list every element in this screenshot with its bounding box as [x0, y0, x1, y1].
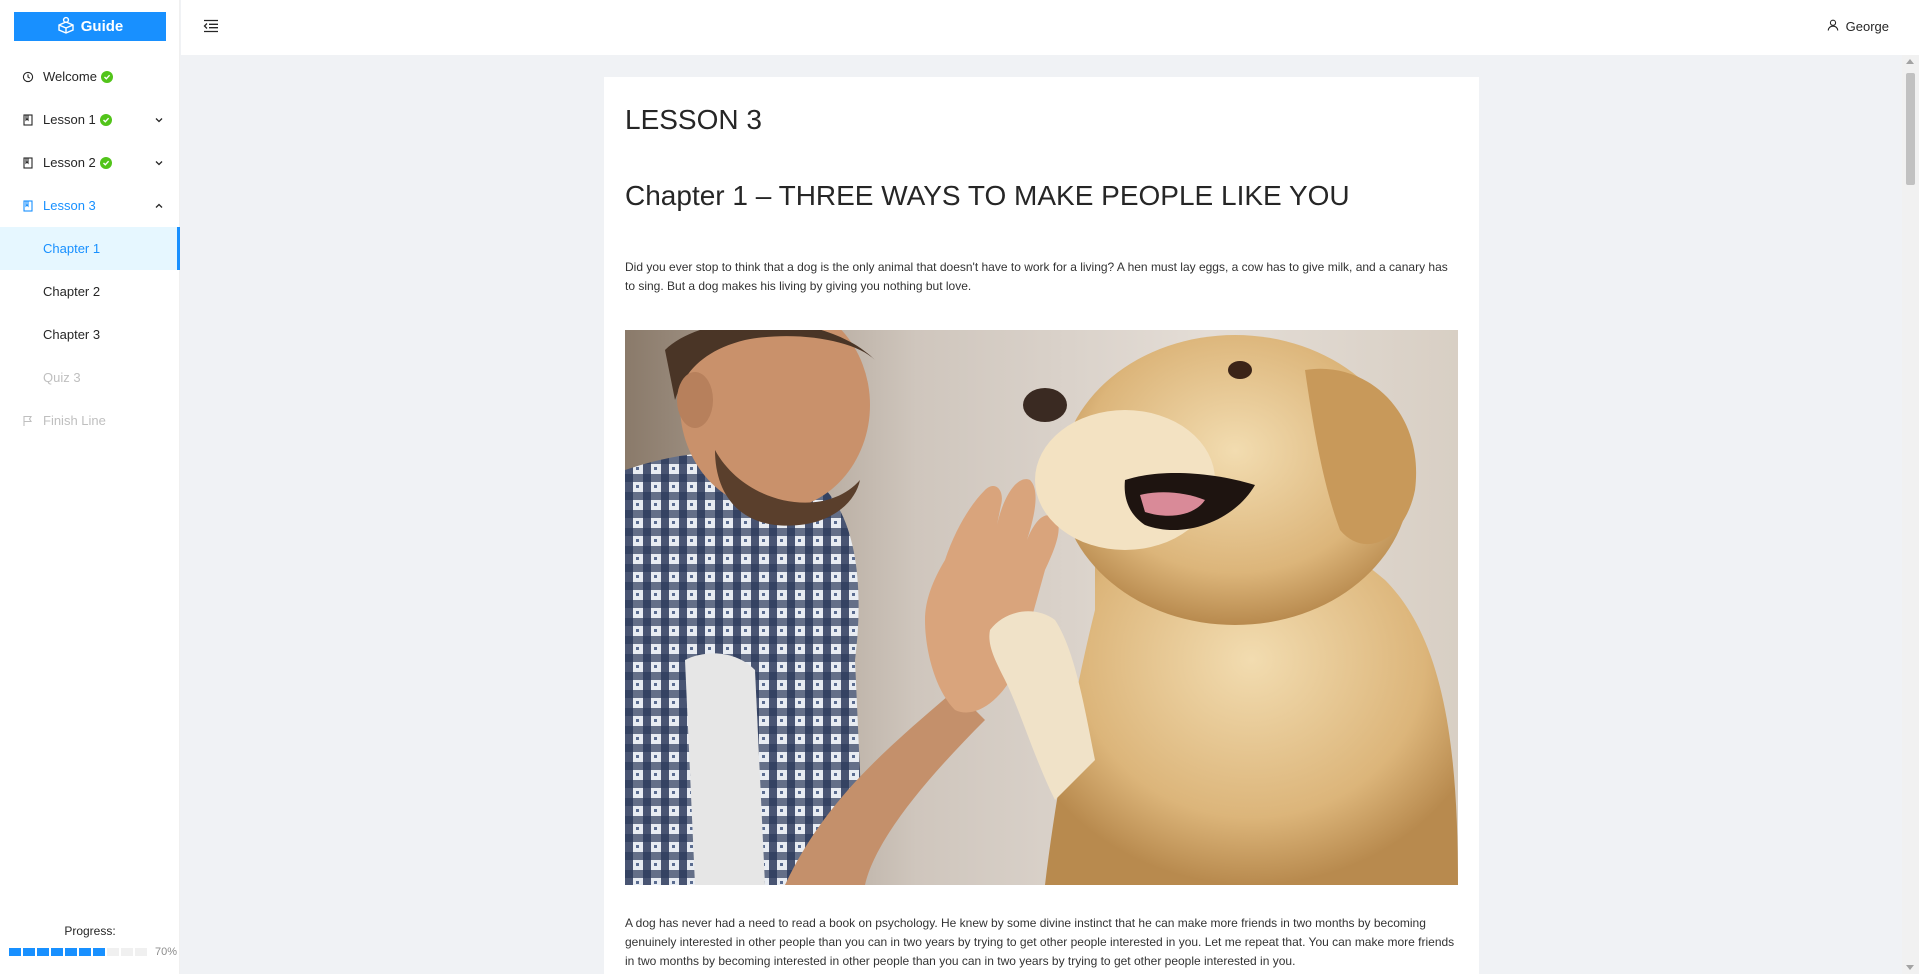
progress-percent: 70% — [155, 946, 178, 958]
sidebar-item-lesson-1[interactable]: Lesson 1 — [0, 98, 180, 141]
progress-bar — [9, 948, 147, 956]
user-icon — [1827, 19, 1839, 34]
progress-segment — [79, 948, 91, 956]
progress-segment — [107, 948, 119, 956]
chapter-title: Chapter 1 – THREE WAYS TO MAKE PEOPLE LI… — [625, 180, 1350, 211]
check-circle-icon — [100, 70, 113, 83]
gift-box-icon — [57, 16, 75, 38]
sidebar-item-quiz-3: Quiz 3 — [0, 356, 180, 399]
lesson-content: LESSON 3 Chapter 1 – THREE WAYS TO MAKE … — [604, 77, 1479, 974]
sidebar-item-label: Lesson 3 — [43, 198, 96, 213]
top-header: George — [181, 0, 1919, 55]
progress-segment — [37, 948, 49, 956]
progress-segment — [9, 948, 21, 956]
sidebar-item-lesson-3[interactable]: Lesson 3 — [0, 184, 180, 227]
clock-icon — [22, 71, 34, 83]
sidebar-item-label: Finish Line — [43, 413, 106, 428]
sidebar-item-welcome[interactable]: Welcome — [0, 55, 180, 98]
sidebar-item-label: Lesson 2 — [43, 155, 96, 170]
sidebar: Guide Welcome Lesson 1 Lesson 2 Lesson 3… — [0, 0, 180, 974]
sidebar-menu: Welcome Lesson 1 Lesson 2 Lesson 3 Chapt… — [0, 55, 180, 442]
check-circle-icon — [99, 156, 112, 169]
sidebar-item-label: Chapter 3 — [43, 327, 101, 342]
check-circle-icon — [99, 113, 112, 126]
menu-fold-icon[interactable] — [203, 19, 219, 33]
user-name: George — [1845, 19, 1889, 34]
flag-icon — [22, 415, 34, 427]
chevron-down-icon[interactable] — [154, 158, 164, 168]
book-icon — [22, 156, 34, 169]
sidebar-item-label: Lesson 1 — [43, 112, 96, 127]
sidebar-item-label: Chapter 2 — [43, 284, 101, 299]
sidebar-item-finish-line: Finish Line — [0, 399, 180, 442]
progress-segment — [65, 948, 77, 956]
book-icon — [22, 113, 34, 126]
scroll-down-icon[interactable] — [1906, 965, 1914, 970]
intro-paragraph: Did you ever stop to think that a dog is… — [625, 260, 1448, 293]
lesson-3-submenu: Chapter 1 Chapter 2 Chapter 3 Quiz 3 — [0, 227, 180, 399]
sidebar-item-label: Quiz 3 — [43, 370, 81, 385]
logo-button[interactable]: Guide — [14, 12, 166, 41]
progress-segment — [121, 948, 133, 956]
progress-section: Progress: 70% — [0, 924, 180, 958]
sidebar-item-lesson-2[interactable]: Lesson 2 — [0, 141, 180, 184]
sidebar-item-chapter-1[interactable]: Chapter 1 — [0, 227, 180, 270]
logo-label: Guide — [80, 18, 124, 35]
scroll-up-icon[interactable] — [1906, 59, 1914, 64]
progress-segment — [23, 948, 35, 956]
scrollbar-thumb[interactable] — [1906, 73, 1915, 185]
chevron-up-icon[interactable] — [154, 201, 164, 211]
sidebar-item-label: Chapter 1 — [43, 241, 101, 256]
sidebar-item-label: Welcome — [43, 69, 97, 84]
lesson-title: LESSON 3 — [625, 104, 762, 135]
sidebar-item-chapter-2[interactable]: Chapter 2 — [0, 270, 180, 313]
book-icon — [22, 199, 34, 212]
man-dog-high-five-image — [625, 330, 1458, 885]
progress-segment — [93, 948, 105, 956]
vertical-scrollbar[interactable] — [1902, 55, 1919, 974]
user-menu[interactable]: George — [1827, 19, 1889, 34]
progress-segment — [51, 948, 63, 956]
progress-segment — [135, 948, 147, 956]
sidebar-item-chapter-3[interactable]: Chapter 3 — [0, 313, 180, 356]
progress-label: Progress: — [64, 924, 116, 938]
body-paragraph: A dog has never had a need to read a boo… — [625, 916, 1455, 968]
chevron-down-icon[interactable] — [154, 115, 164, 125]
